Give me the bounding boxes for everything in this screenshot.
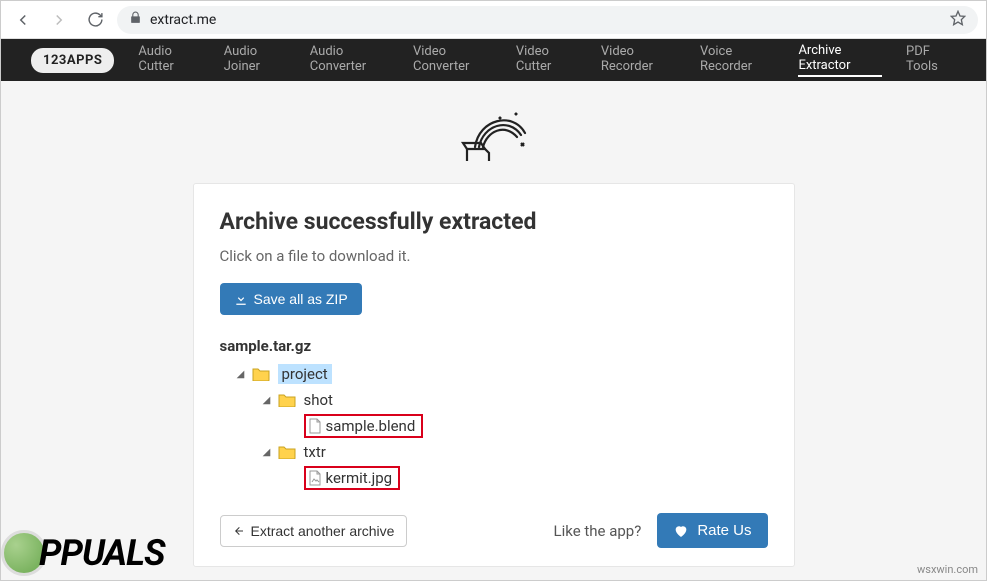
like-app-text: Like the app? [554,522,642,540]
arrow-left-icon [14,11,32,29]
extract-another-label: Extract another archive [251,523,395,539]
image-file-icon [308,470,322,486]
reload-icon [87,11,104,28]
tree-label-project: project [278,364,332,384]
lock-icon [129,11,142,28]
address-bar[interactable]: extract.me [117,6,978,34]
tree-label-txtr: txtr [304,443,326,461]
browser-toolbar: extract.me [1,1,986,39]
page-subtitle: Click on a file to download it. [220,247,768,265]
page-title: Archive successfully extracted [220,208,768,235]
save-all-zip-label: Save all as ZIP [254,291,348,307]
page-body: Archive successfully extracted Click on … [1,81,986,580]
nav-pdf-tools[interactable]: PDF Tools [906,44,956,76]
bookmark-star-icon[interactable] [950,10,966,30]
arrow-left-icon [233,525,245,537]
nav-video-cutter[interactable]: Video Cutter [516,44,577,76]
nav-video-recorder[interactable]: Video Recorder [601,44,676,76]
tree-folder-project[interactable]: ◢ project [234,361,768,387]
forward-button[interactable] [45,6,73,34]
download-icon [234,292,248,306]
rate-us-label: Rate Us [697,522,751,539]
folder-icon [278,445,296,459]
tree-folder-txtr[interactable]: ◢ txtr [260,439,768,465]
nav-audio-joiner[interactable]: Audio Joiner [224,44,286,76]
nav-video-converter[interactable]: Video Converter [413,44,492,76]
nav-audio-cutter[interactable]: Audio Cutter [138,44,199,76]
tree-collapse-icon[interactable]: ◢ [234,369,248,380]
watermark-site: wsxwin.com [917,563,978,576]
tree-label-sample-blend: sample.blend [326,417,416,435]
rate-us-button[interactable]: Rate Us [657,513,767,548]
tree-file-sample-blend[interactable]: sample.blend [286,413,768,439]
nav-audio-converter[interactable]: Audio Converter [310,44,389,76]
url-text: extract.me [150,12,216,28]
back-button[interactable] [9,6,37,34]
archive-filename: sample.tar.gz [220,337,768,355]
nav-voice-recorder[interactable]: Voice Recorder [700,44,774,76]
rainbow-box-icon [459,109,529,165]
folder-icon [252,367,270,381]
tree-label-kermit-jpg: kermit.jpg [326,469,393,487]
file-icon [308,418,322,434]
site-logo[interactable]: 123APPS [31,48,114,73]
tree-collapse-icon[interactable]: ◢ [260,447,274,458]
tree-label-shot: shot [304,391,333,409]
reload-button[interactable] [81,6,109,34]
watermark-text: PPUALS [39,532,165,574]
site-nav: 123APPS Audio Cutter Audio Joiner Audio … [1,39,986,81]
card-footer: Extract another archive Like the app? Ra… [220,513,768,548]
result-card: Archive successfully extracted Click on … [193,183,795,567]
folder-icon [278,393,296,407]
heart-icon [673,523,689,539]
arrow-right-icon [50,11,68,29]
watermark-appuals: PPUALS [1,530,165,576]
save-all-zip-button[interactable]: Save all as ZIP [220,283,362,315]
extract-another-button[interactable]: Extract another archive [220,515,408,547]
tree-collapse-icon[interactable]: ◢ [260,395,274,406]
file-tree: ◢ project ◢ shot sample.b [220,361,768,491]
hero-illustration [1,81,986,183]
tree-folder-shot[interactable]: ◢ shot [260,387,768,413]
tree-file-kermit-jpg[interactable]: kermit.jpg [286,465,768,491]
nav-archive-extractor[interactable]: Archive Extractor [798,43,882,77]
